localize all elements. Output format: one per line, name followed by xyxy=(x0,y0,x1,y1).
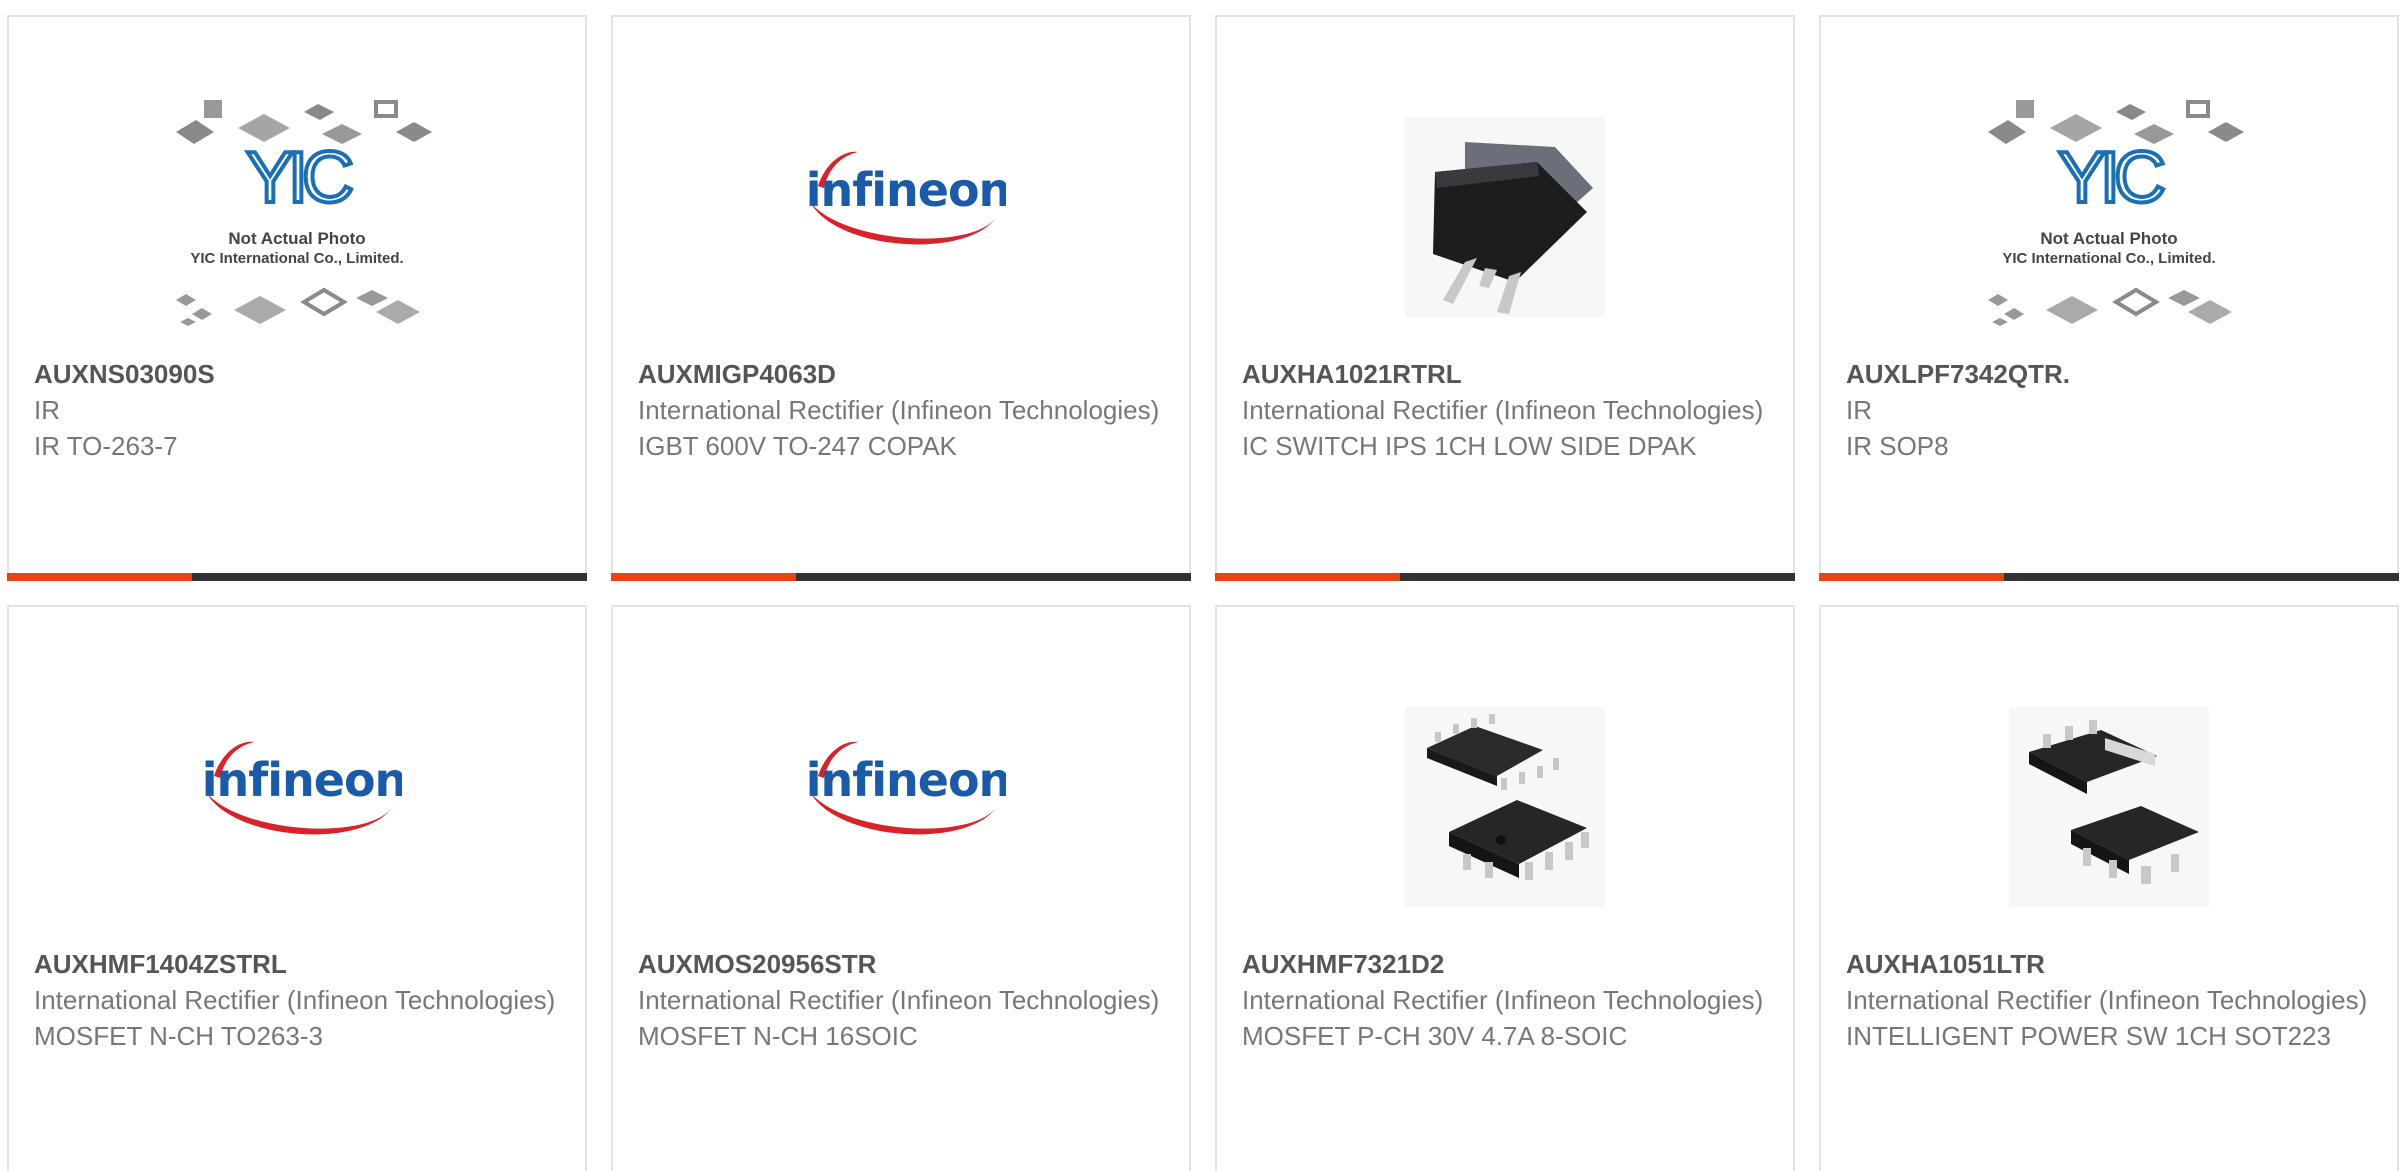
part-number[interactable]: AUXMIGP4063D xyxy=(638,356,1169,392)
manufacturer: International Rectifier (Infineon Techno… xyxy=(638,985,1160,1015)
product-info: AUXHA1021RTRL International Rectifier (I… xyxy=(1242,356,1773,464)
description: IC SWITCH IPS 1CH LOW SIDE DPAK xyxy=(1242,431,1697,461)
product-image[interactable]: infineon xyxy=(613,662,1189,952)
infineon-logo-image: infineon xyxy=(806,151,1006,245)
part-number[interactable]: AUXHMF7321D2 xyxy=(1242,946,1773,982)
description: IGBT 600V TO-247 COPAK xyxy=(638,431,957,461)
manufacturer: International Rectifier (Infineon Techno… xyxy=(1242,395,1764,425)
product-card[interactable]: AUXHA1021RTRL International Rectifier (I… xyxy=(1215,15,1795,581)
card-bottom-bar xyxy=(611,573,1191,581)
product-card[interactable]: YIC Not Actual Photo YIC International C… xyxy=(1819,15,2399,581)
product-image[interactable] xyxy=(1217,662,1793,952)
part-number[interactable]: AUXMOS20956STR xyxy=(638,946,1169,982)
manufacturer: IR xyxy=(34,395,60,425)
product-image[interactable] xyxy=(1821,662,2397,952)
yic-placeholder-image: YIC Not Actual Photo YIC International C… xyxy=(1988,100,2244,326)
product-card[interactable]: AUXHMF7321D2 International Rectifier (In… xyxy=(1215,605,1795,1171)
part-number[interactable]: AUXLPF7342QTR. xyxy=(1846,356,2377,392)
product-info: AUXLPF7342QTR. IR IR SOP8 xyxy=(1846,356,2377,464)
description: MOSFET P-CH 30V 4.7A 8-SOIC xyxy=(1242,1021,1628,1051)
product-card[interactable]: infineon AUXHMF1404ZSTRL International R… xyxy=(7,605,587,1171)
product-info: AUXMIGP4063D International Rectifier (In… xyxy=(638,356,1169,464)
infineon-logo-image: infineon xyxy=(202,741,402,835)
card-accent-bar xyxy=(1819,573,2004,581)
infineon-logo-text: infineon xyxy=(806,163,1006,217)
manufacturer: International Rectifier (Infineon Techno… xyxy=(1846,985,2368,1015)
manufacturer: International Rectifier (Infineon Techno… xyxy=(1242,985,1764,1015)
yic-placeholder-image: YIC Not Actual Photo YIC International C… xyxy=(176,100,432,326)
product-info: AUXMOS20956STR International Rectifier (… xyxy=(638,946,1169,1054)
part-number[interactable]: AUXHA1021RTRL xyxy=(1242,356,1773,392)
manufacturer: International Rectifier (Infineon Techno… xyxy=(638,395,1160,425)
card-accent-bar xyxy=(1215,573,1400,581)
product-info: AUXHMF7321D2 International Rectifier (In… xyxy=(1242,946,1773,1054)
card-accent-bar xyxy=(611,573,796,581)
infineon-logo-image: infineon xyxy=(806,741,1006,835)
product-info: AUXNS03090S IR IR TO-263-7 xyxy=(34,356,565,464)
yic-logo-text: YIC xyxy=(2058,138,2164,218)
card-bottom-bar xyxy=(7,573,587,581)
description: IR SOP8 xyxy=(1846,431,1949,461)
product-image[interactable]: infineon xyxy=(9,662,585,952)
product-card[interactable]: YIC Not Actual Photo YIC International C… xyxy=(7,15,587,581)
part-number[interactable]: AUXNS03090S xyxy=(34,356,565,392)
manufacturer: International Rectifier (Infineon Techno… xyxy=(34,985,556,1015)
product-card[interactable]: infineon AUXMOS20956STR International Re… xyxy=(611,605,1191,1171)
yic-logo-text: YIC xyxy=(246,138,352,218)
sot223-chip-image xyxy=(2009,707,2209,907)
product-card[interactable]: AUXHA1051LTR International Rectifier (In… xyxy=(1819,605,2399,1171)
card-bottom-bar xyxy=(1215,573,1795,581)
description: INTELLIGENT POWER SW 1CH SOT223 xyxy=(1846,1021,2331,1051)
soic8-chip-image xyxy=(1405,707,1605,907)
product-image[interactable]: YIC Not Actual Photo YIC International C… xyxy=(9,72,585,362)
product-image[interactable] xyxy=(1217,72,1793,362)
placeholder-caption-2: YIC International Co., Limited. xyxy=(2002,250,2215,267)
part-number[interactable]: AUXHMF1404ZSTRL xyxy=(34,946,565,982)
description: MOSFET N-CH 16SOIC xyxy=(638,1021,918,1051)
description: IR TO-263-7 xyxy=(34,431,178,461)
manufacturer: IR xyxy=(1846,395,1872,425)
product-image[interactable]: YIC Not Actual Photo YIC International C… xyxy=(1821,72,2397,362)
product-card[interactable]: infineon AUXMIGP4063D International Rect… xyxy=(611,15,1191,581)
infineon-logo-text: infineon xyxy=(202,753,402,807)
infineon-logo-text: infineon xyxy=(806,753,1006,807)
product-image[interactable]: infineon xyxy=(613,72,1189,362)
placeholder-caption-1: Not Actual Photo xyxy=(228,229,365,248)
product-grid: YIC Not Actual Photo YIC International C… xyxy=(7,15,2400,1171)
dpak-chip-image xyxy=(1405,117,1605,317)
part-number[interactable]: AUXHA1051LTR xyxy=(1846,946,2377,982)
card-accent-bar xyxy=(7,573,192,581)
product-info: AUXHA1051LTR International Rectifier (In… xyxy=(1846,946,2377,1054)
product-info: AUXHMF1404ZSTRL International Rectifier … xyxy=(34,946,565,1054)
card-bottom-bar xyxy=(1819,573,2399,581)
description: MOSFET N-CH TO263-3 xyxy=(34,1021,323,1051)
placeholder-caption-1: Not Actual Photo xyxy=(2040,229,2177,248)
placeholder-caption-2: YIC International Co., Limited. xyxy=(190,250,403,267)
